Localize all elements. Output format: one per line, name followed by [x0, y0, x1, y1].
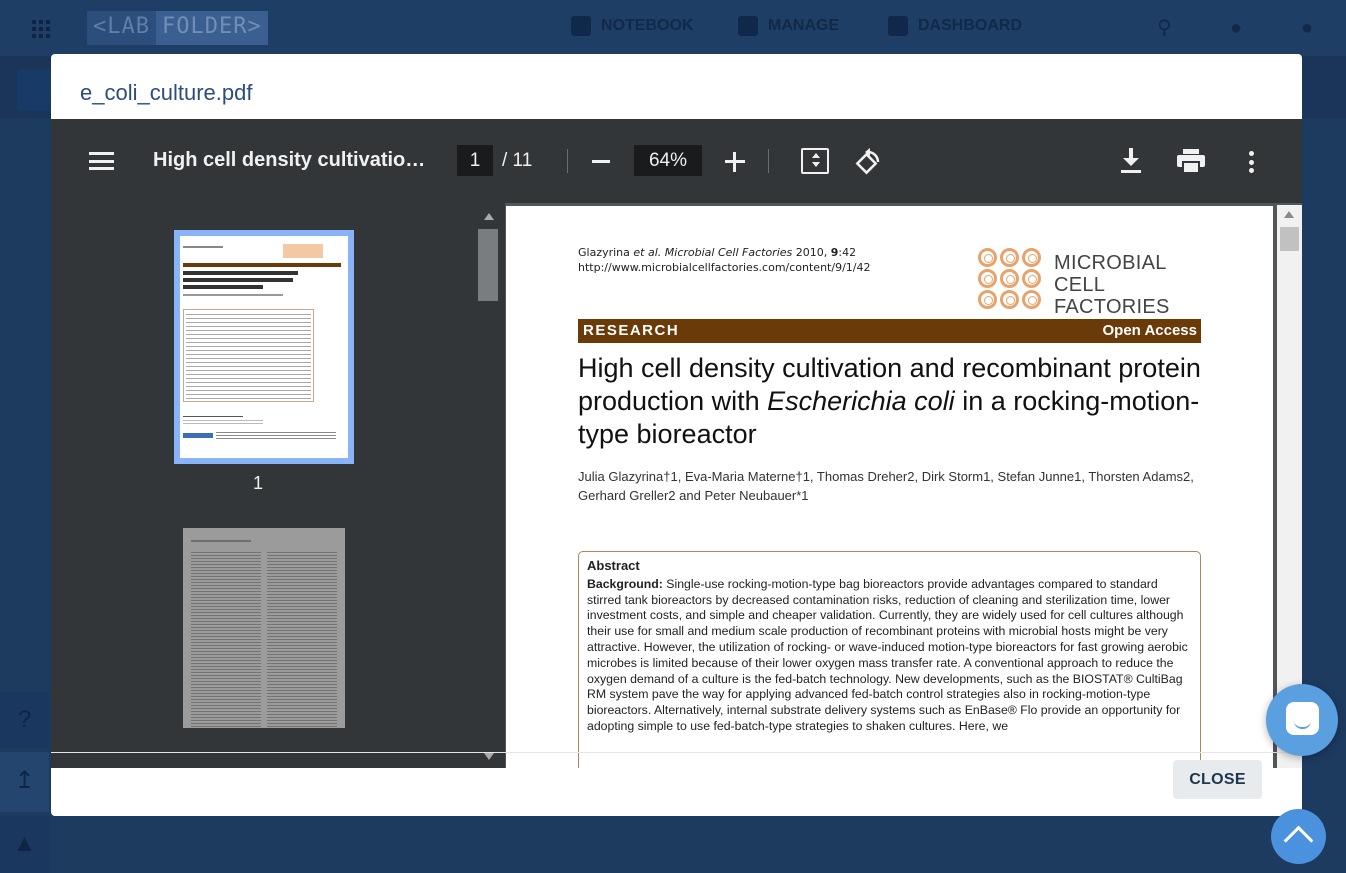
scroll-down-arrow-icon[interactable] — [484, 753, 494, 760]
rotate-icon[interactable] — [854, 148, 882, 176]
thumbnail-scrollbar[interactable] — [476, 209, 503, 764]
zoom-in-icon[interactable] — [725, 152, 745, 172]
journal-logo: MICROBIAL CELL FACTORIES — [978, 248, 1208, 318]
more-options-icon[interactable] — [1248, 151, 1254, 173]
print-icon[interactable] — [1177, 149, 1205, 173]
app-header: <LAB FOLDER> NOTEBOOK MANAGE DASHBOARD ⚲… — [0, 0, 1346, 56]
modal-title: e_coli_culture.pdf — [80, 80, 253, 105]
pdf-toolbar: High cell density cultivation and recomb… — [51, 119, 1302, 203]
fit-to-page-icon[interactable] — [801, 148, 829, 174]
pdf-viewer: High cell density cultivation and recomb… — [51, 119, 1302, 768]
nav-notebook[interactable]: NOTEBOOK — [571, 16, 693, 36]
notebook-icon — [571, 16, 591, 36]
help-side-button[interactable]: ? — [0, 692, 49, 748]
upload-side-button[interactable]: ↥ — [0, 752, 49, 812]
briefcase-icon — [738, 16, 758, 36]
toolbar-divider — [567, 149, 568, 173]
abstract-heading: Abstract — [587, 558, 640, 573]
scrollbar-thumb[interactable] — [478, 229, 498, 301]
page-total: / 11 — [502, 150, 533, 171]
menu-icon[interactable] — [89, 152, 114, 170]
apps-grid-icon[interactable] — [32, 20, 50, 38]
modal-footer-divider — [51, 752, 1302, 753]
scroll-to-top-button[interactable] — [1271, 809, 1326, 864]
scroll-up-arrow-icon[interactable] — [1284, 211, 1294, 218]
toolbar-divider — [768, 149, 769, 173]
zoom-out-icon[interactable] — [592, 160, 610, 163]
thumbnail-page-number: 1 — [253, 473, 264, 493]
zoom-level-input[interactable]: 64% — [634, 145, 702, 176]
section-banner: RESEARCH Open Access — [578, 319, 1201, 343]
upload-icon: ↥ — [14, 767, 35, 794]
bell-icon[interactable]: ● — [1230, 18, 1250, 38]
thumbnail-page-1[interactable] — [174, 230, 354, 464]
help-icon: ? — [17, 706, 32, 733]
nav-manage[interactable]: MANAGE — [738, 16, 839, 36]
scroll-up-arrow-icon[interactable] — [484, 213, 494, 220]
chat-launcher[interactable] — [1266, 684, 1338, 756]
thumbnail-sidebar: 1 — [51, 203, 505, 768]
download-icon[interactable] — [1120, 148, 1142, 174]
citation-url: http://www.microbialcellfactories.com/co… — [578, 261, 871, 274]
pdf-page: Glazyrina et al. Microbial Cell Factorie… — [506, 206, 1273, 768]
user-icon[interactable]: ● — [1301, 18, 1321, 38]
access-label: Open Access — [1102, 322, 1198, 339]
citation: Glazyrina et al. Microbial Cell Factorie… — [578, 246, 871, 274]
dashboard-icon — [888, 16, 908, 36]
thumbnail-page-2[interactable] — [183, 528, 345, 728]
abstract-background: Background: Single-use rocking-motion-ty… — [587, 576, 1188, 733]
chat-icon — [1286, 702, 1319, 735]
thumbs-up-icon: ▲ — [12, 830, 37, 857]
labfolder-logo[interactable]: <LAB FOLDER> — [87, 11, 268, 45]
page-number-input[interactable]: 1 — [457, 145, 493, 176]
scrollbar-thumb[interactable] — [1280, 227, 1299, 251]
logo-left-text: <LAB — [87, 11, 156, 45]
document-title: High cell density cultivation and recomb… — [153, 149, 429, 171]
logo-right-text: FOLDER> — [155, 11, 268, 45]
feedback-side-button[interactable]: ▲ — [0, 816, 49, 873]
paper-authors: Julia Glazyrina†1, Eva-Maria Materne†1, … — [578, 469, 1194, 503]
journal-rings-icon — [978, 248, 1044, 310]
pdf-preview-modal: e_coli_culture.pdf High cell density cul… — [51, 54, 1302, 816]
search-icon[interactable]: ⚲ — [1157, 18, 1177, 38]
nav-dashboard[interactable]: DASHBOARD — [888, 16, 1022, 36]
journal-name: MICROBIAL CELL FACTORIES — [1054, 252, 1170, 318]
section-label: RESEARCH — [583, 322, 680, 339]
paper-title: High cell density cultivation and recomb… — [578, 353, 1201, 449]
close-button[interactable]: CLOSE — [1173, 760, 1262, 799]
abstract-box: Abstract Background: Single-use rocking-… — [578, 551, 1201, 768]
